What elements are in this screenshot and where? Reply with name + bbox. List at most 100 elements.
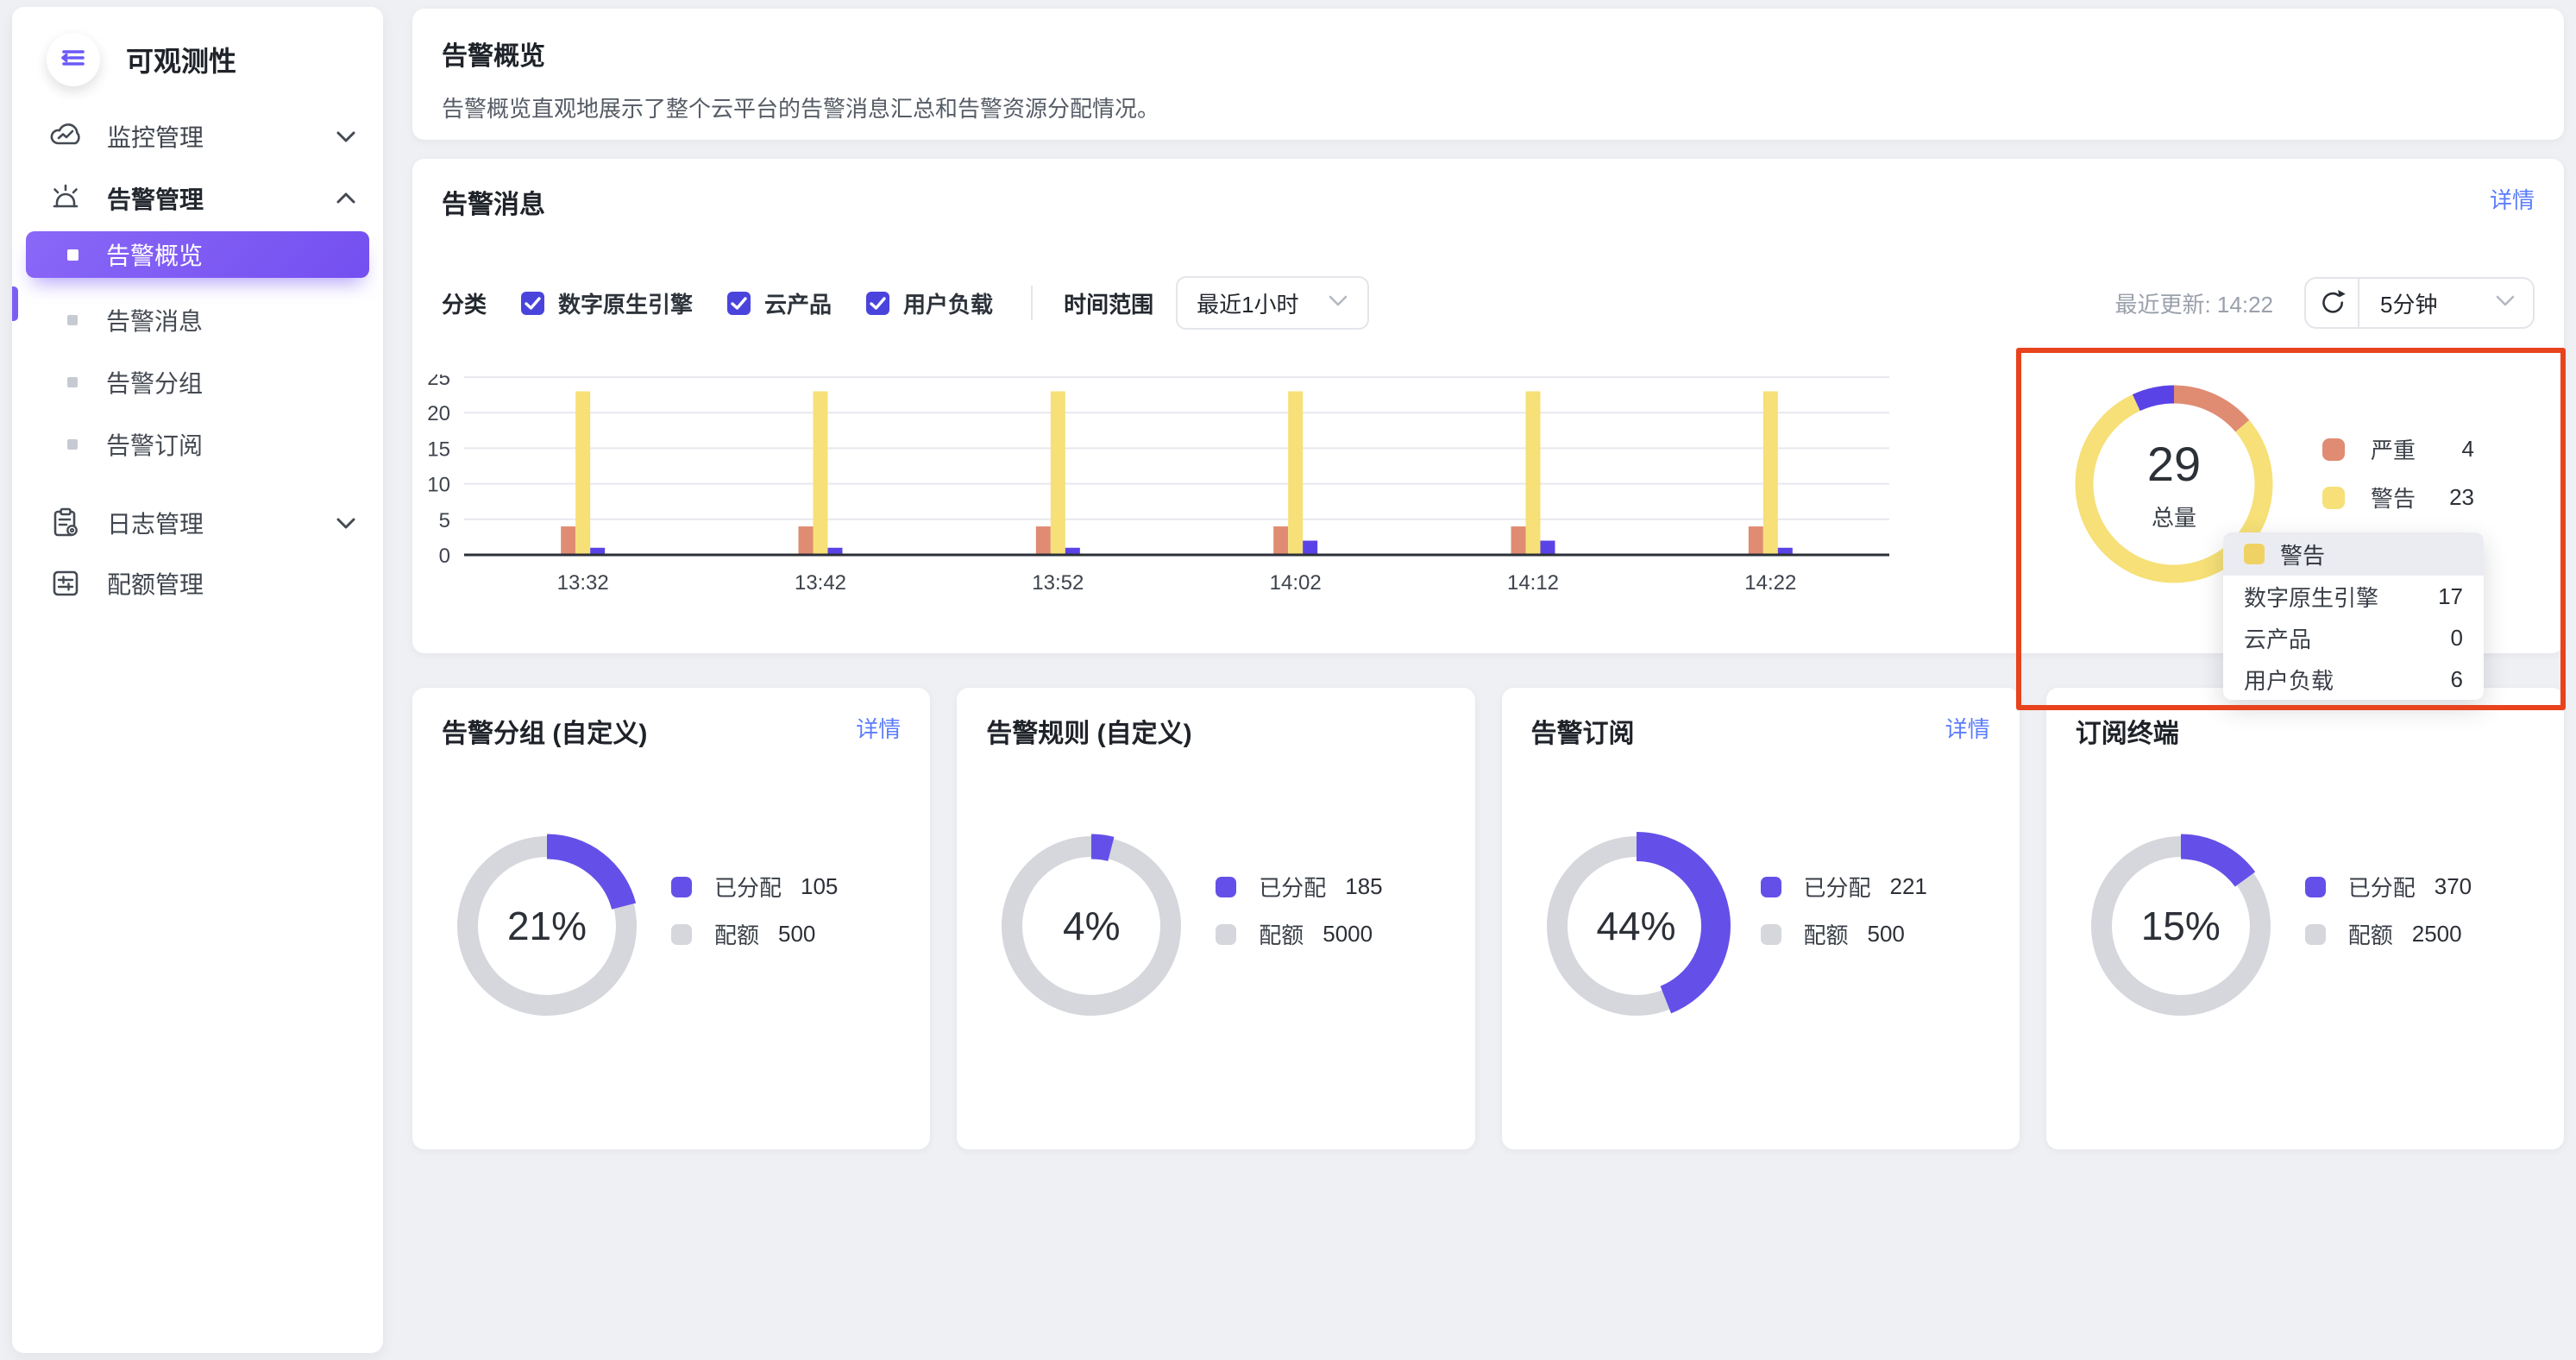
tooltip-header: 警告 (2223, 532, 2484, 576)
card-title: 告警分组 (自定义) (442, 712, 647, 750)
active-section-indicator (12, 286, 18, 321)
alert-rules-quota-card: 告警规则 (自定义) 4% 已分配 185 配额 5000 (957, 688, 1474, 1149)
chevron-up-icon (333, 189, 359, 208)
warning-swatch-icon (2244, 544, 2265, 564)
quota-donut-chart[interactable] (996, 831, 1186, 1021)
svg-text:13:52: 13:52 (1032, 571, 1084, 595)
checkbox-checked-icon (727, 292, 751, 315)
svg-text:20: 20 (427, 402, 450, 425)
sidebar-item-alert-overview[interactable]: 告警概览 (26, 231, 369, 278)
subscription-endpoints-quota-card: 订阅终端 15% 已分配 370 配额 2500 (2046, 688, 2564, 1149)
alert-messages-details-link[interactable]: 详情 (2490, 183, 2535, 215)
chart-tooltip: 警告 数字原生引擎17 云产品0 用户负载6 (2223, 532, 2484, 700)
main-content: 告警概览 告警概览直观地展示了整个云平台的告警消息汇总和告警资源分配情况。 告警… (412, 0, 2564, 1149)
category-filter-label: 分类 (442, 287, 487, 319)
bullet-icon (67, 439, 78, 450)
alert-bar-chart[interactable]: 051015202513:3213:4213:5214:0214:1214:22 (412, 375, 2034, 633)
legend-item-allocated: 已分配 370 (2305, 871, 2472, 903)
sidebar-item-quota-management[interactable]: 配额管理 (12, 559, 383, 608)
chevron-down-icon (333, 127, 359, 146)
svg-text:25: 25 (427, 375, 450, 390)
sidebar-item-label: 告警分组 (106, 365, 203, 400)
menu-icon (56, 41, 91, 79)
sidebar-item-log-management[interactable]: 日志管理 (12, 499, 383, 547)
legend-item-quota: 配额 500 (671, 918, 838, 950)
svg-text:15: 15 (427, 438, 450, 461)
svg-text:13:42: 13:42 (795, 571, 846, 595)
sidebar-item-alert-messages[interactable]: 告警消息 (12, 300, 383, 340)
svg-text:14:22: 14:22 (1744, 571, 1796, 595)
time-range-select[interactable]: 最近1小时 (1176, 276, 1369, 330)
sidebar-title: 可观测性 (126, 40, 236, 79)
sidebar-item-alert-management[interactable]: 告警管理 (12, 174, 383, 223)
alert-groups-details-link[interactable]: 详情 (856, 712, 901, 744)
filter-row: 分类 数字原生引擎 云产品 用户负载 (442, 276, 2535, 330)
svg-text:14:12: 14:12 (1507, 571, 1559, 595)
bullet-icon (67, 377, 78, 387)
page-description: 告警概览直观地展示了整个云平台的告警消息汇总和告警资源分配情况。 (442, 91, 2535, 123)
svg-text:5: 5 (439, 509, 450, 532)
quota-swatch-icon (671, 924, 692, 945)
quota-cards-row: 告警分组 (自定义) 详情 21% 已分配 105 配额 500 (412, 688, 2564, 1149)
chevron-down-icon (1328, 293, 1348, 313)
sidebar-header: 可观测性 (12, 7, 383, 90)
refresh-icon (2317, 287, 2347, 319)
sidebar-item-label: 告警订阅 (106, 427, 203, 462)
page-title: 告警概览 (442, 35, 2535, 72)
legend-item-allocated: 已分配 105 (671, 871, 838, 903)
legend-item-allocated: 已分配 221 (1761, 871, 1927, 903)
card-title: 告警订阅 (1531, 712, 1635, 750)
quota-swatch-icon (1216, 924, 1236, 945)
bullet-icon (67, 249, 79, 261)
svg-text:14:02: 14:02 (1270, 571, 1322, 595)
sidebar: 可观测性 监控管理 (12, 7, 383, 1353)
quota-donut-chart[interactable] (2086, 831, 2276, 1021)
quota-legend: 已分配 185 配额 5000 (1216, 871, 1382, 966)
card-title: 订阅终端 (2076, 712, 2179, 750)
checkbox-cloud-products[interactable]: 云产品 (727, 287, 832, 319)
sidebar-item-alert-subscriptions[interactable]: 告警订阅 (12, 425, 383, 464)
allocated-swatch-icon (1761, 877, 1781, 897)
quota-swatch-icon (1761, 924, 1781, 945)
alert-messages-card: 告警消息 详情 分类 数字原生引擎 云产品 (412, 159, 2564, 653)
alert-subscriptions-quota-card: 告警订阅 详情 44% 已分配 221 配额 500 (1502, 688, 2020, 1149)
quota-legend: 已分配 105 配额 500 (671, 871, 838, 966)
collapse-menu-button[interactable] (47, 33, 100, 86)
legend-item-quota: 配额 5000 (1216, 918, 1382, 950)
refresh-control: 5分钟 (2304, 277, 2535, 329)
legend-item-quota: 配额 500 (1761, 918, 1927, 950)
alert-subscriptions-details-link[interactable]: 详情 (1945, 712, 1990, 744)
checkbox-label: 用户负载 (903, 287, 993, 319)
alert-groups-quota-card: 告警分组 (自定义) 详情 21% 已分配 105 配额 500 (412, 688, 930, 1149)
checkbox-checked-icon (521, 292, 544, 315)
svg-text:13:32: 13:32 (557, 571, 609, 595)
vertical-divider (1031, 286, 1033, 320)
legend-item-quota: 配额 2500 (2305, 918, 2472, 950)
legend-item-allocated: 已分配 185 (1216, 871, 1382, 903)
quota-donut-chart[interactable] (1542, 831, 1731, 1021)
chevron-down-icon (333, 513, 359, 532)
refresh-interval-select[interactable]: 5分钟 (2359, 279, 2533, 327)
chevron-down-icon (2495, 293, 2516, 313)
checkbox-digital-native-engine[interactable]: 数字原生引擎 (521, 287, 693, 319)
time-range-label: 时间范围 (1064, 287, 1153, 319)
alarm-icon (47, 179, 85, 217)
quota-icon (47, 564, 85, 602)
refresh-interval-value: 5分钟 (2380, 287, 2495, 319)
critical-swatch-icon (2322, 438, 2345, 461)
sidebar-nav: 监控管理 告警管理 (12, 112, 383, 608)
quota-donut-chart[interactable] (452, 831, 642, 1021)
sidebar-item-label: 告警消息 (106, 303, 203, 337)
time-range-value: 最近1小时 (1197, 287, 1328, 319)
sidebar-item-monitoring[interactable]: 监控管理 (12, 112, 383, 161)
sidebar-item-label: 日志管理 (107, 506, 204, 540)
quota-legend: 已分配 221 配额 500 (1761, 871, 1927, 966)
overview-header-card: 告警概览 告警概览直观地展示了整个云平台的告警消息汇总和告警资源分配情况。 (412, 9, 2564, 140)
tooltip-row: 云产品0 (2223, 617, 2484, 658)
checkbox-label: 云产品 (764, 287, 832, 319)
refresh-button[interactable] (2306, 279, 2359, 327)
alert-overview-page: 可观测性 监控管理 (0, 0, 2576, 1360)
sidebar-item-alert-groups[interactable]: 告警分组 (12, 362, 383, 402)
checkbox-user-workloads[interactable]: 用户负载 (866, 287, 993, 319)
checkbox-checked-icon (866, 292, 889, 315)
